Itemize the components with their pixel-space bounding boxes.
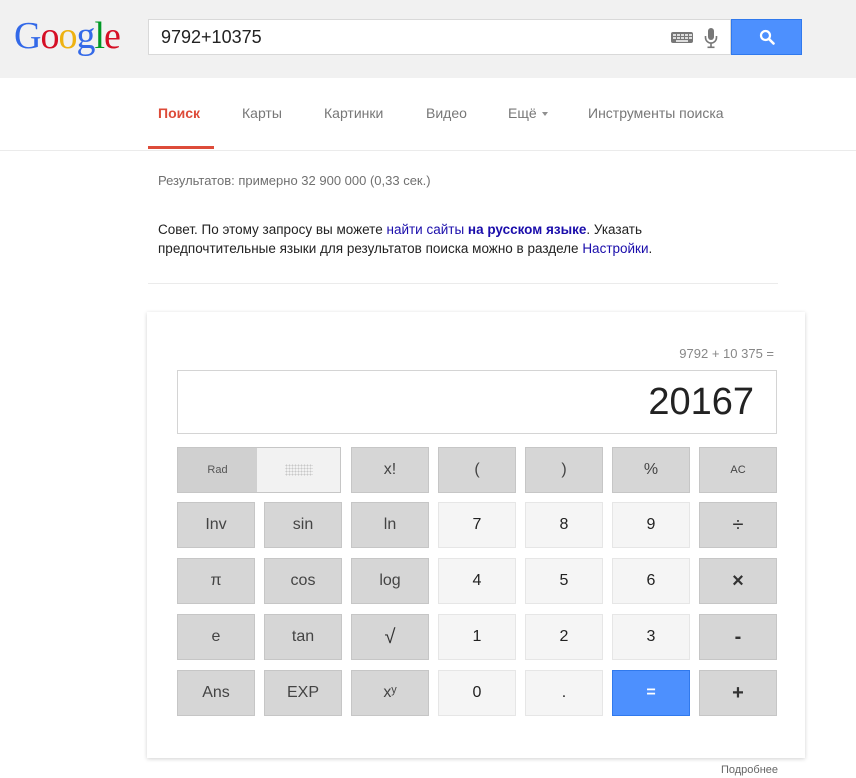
logo-letter: l xyxy=(94,15,105,57)
all-clear-button[interactable]: AC xyxy=(699,447,777,493)
tan-button[interactable]: tan xyxy=(264,614,342,660)
search-icon xyxy=(759,29,775,45)
rad-button[interactable]: Rad xyxy=(178,448,257,492)
tab-video[interactable]: Видео xyxy=(426,105,467,121)
exp-button[interactable]: EXP xyxy=(264,670,342,716)
more-info-link[interactable]: Подробнее xyxy=(721,764,778,776)
digit-2-button[interactable]: 2 xyxy=(525,614,603,660)
digit-1-button[interactable]: 1 xyxy=(438,614,516,660)
tab-maps[interactable]: Карты xyxy=(242,105,282,121)
logo-letter: G xyxy=(14,15,41,57)
equals-button[interactable]: = xyxy=(612,670,690,716)
rad-deg-toggle[interactable]: Rad xyxy=(177,447,341,493)
tab-more[interactable]: Ещё xyxy=(508,105,548,121)
percent-button[interactable]: % xyxy=(612,447,690,493)
tab-search[interactable]: Поиск xyxy=(158,105,200,121)
header: Google xyxy=(0,0,856,78)
digit-8-button[interactable]: 8 xyxy=(525,502,603,548)
russian-language-link[interactable]: на русском языке xyxy=(468,222,586,237)
digit-0-button[interactable]: 0 xyxy=(438,670,516,716)
divide-button[interactable]: ÷ xyxy=(699,502,777,548)
divider xyxy=(148,283,778,284)
logo-letter: o xyxy=(40,15,59,57)
search-tabs: Поиск Карты Картинки Видео Ещё Инструмен… xyxy=(0,78,856,151)
cos-button[interactable]: cos xyxy=(264,558,342,604)
ans-button[interactable]: Ans xyxy=(177,670,255,716)
factorial-button[interactable]: x! xyxy=(351,447,429,493)
digit-7-button[interactable]: 7 xyxy=(438,502,516,548)
active-tab-indicator xyxy=(148,146,214,149)
chevron-down-icon xyxy=(541,112,548,117)
deg-button[interactable] xyxy=(257,448,340,492)
calculator-card: 9792 + 10 375 = 20167 Rad x! ( ) % AC In… xyxy=(147,312,805,758)
tab-more-label: Ещё xyxy=(508,105,537,121)
tab-search-tools[interactable]: Инструменты поиска xyxy=(588,105,724,121)
digit-9-button[interactable]: 9 xyxy=(612,502,690,548)
multiply-button[interactable]: × xyxy=(699,558,777,604)
inv-button[interactable]: Inv xyxy=(177,502,255,548)
minus-button[interactable]: - xyxy=(699,614,777,660)
deg-dots-icon xyxy=(285,464,313,476)
search-button[interactable] xyxy=(731,19,802,55)
logo-letter: g xyxy=(76,15,95,57)
tab-images[interactable]: Картинки xyxy=(324,105,383,121)
left-paren-button[interactable]: ( xyxy=(438,447,516,493)
e-button[interactable]: e xyxy=(177,614,255,660)
calculator-display: 20167 xyxy=(177,370,777,434)
tip-text-1: Совет. По этому запросу вы можете xyxy=(158,222,387,237)
decimal-point-button[interactable]: . xyxy=(525,670,603,716)
digit-5-button[interactable]: 5 xyxy=(525,558,603,604)
digit-6-button[interactable]: 6 xyxy=(612,558,690,604)
log-button[interactable]: log xyxy=(351,558,429,604)
language-tip: Совет. По этому запросу вы можете найти … xyxy=(158,220,758,258)
calculator-result: 20167 xyxy=(648,381,754,423)
search-box[interactable] xyxy=(148,19,731,55)
ln-button[interactable]: ln xyxy=(351,502,429,548)
sqrt-button[interactable]: √ xyxy=(351,614,429,660)
mic-icon[interactable] xyxy=(704,27,718,49)
results-stats: Результатов: примерно 32 900 000 (0,33 с… xyxy=(158,173,431,188)
logo-letter: e xyxy=(104,15,121,57)
plus-button[interactable]: + xyxy=(699,670,777,716)
power-button[interactable]: xʸ xyxy=(351,670,429,716)
keyboard-icon[interactable] xyxy=(671,32,693,43)
pi-button[interactable]: π xyxy=(177,558,255,604)
google-logo[interactable]: Google xyxy=(14,14,121,58)
digit-4-button[interactable]: 4 xyxy=(438,558,516,604)
calculator-expression: 9792 + 10 375 = xyxy=(679,346,774,361)
sin-button[interactable]: sin xyxy=(264,502,342,548)
logo-letter: o xyxy=(58,15,77,57)
tip-text-3: . xyxy=(648,241,653,256)
search-input[interactable] xyxy=(161,20,651,54)
find-sites-link[interactable]: найти сайты xyxy=(386,222,464,237)
settings-link[interactable]: Настройки xyxy=(582,241,648,256)
digit-3-button[interactable]: 3 xyxy=(612,614,690,660)
right-paren-button[interactable]: ) xyxy=(525,447,603,493)
